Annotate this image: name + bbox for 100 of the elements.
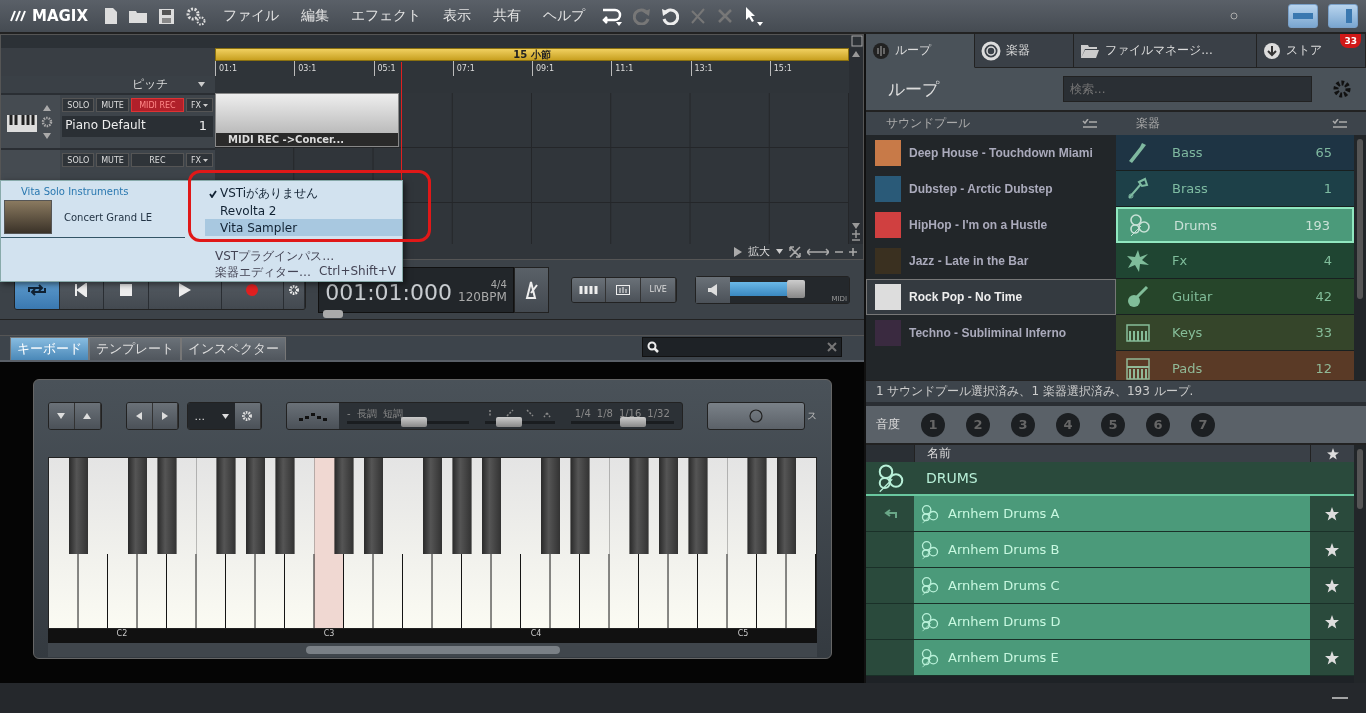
horizontal-layout-button[interactable] [1288, 4, 1318, 28]
octave-up-button[interactable] [74, 403, 101, 429]
panel-tab[interactable]: インスペクター [181, 337, 286, 360]
preset-settings-button[interactable] [235, 403, 261, 429]
soundpool-item[interactable]: Deep House - Touchdown Miami [866, 135, 1116, 171]
instrument-item[interactable]: Pads 12 [1116, 351, 1354, 380]
scroll-up-icon[interactable] [851, 50, 861, 58]
piano-key[interactable] [314, 458, 343, 628]
previous-button[interactable] [126, 403, 153, 429]
piano-key[interactable] [727, 458, 756, 628]
preset-dropdown[interactable]: ... [188, 403, 235, 429]
piano-key[interactable] [550, 458, 579, 628]
instrument-name[interactable]: Concert Grand LE [64, 211, 153, 223]
track-name[interactable]: Piano Default [65, 118, 146, 133]
track-settings-icon[interactable] [41, 103, 53, 140]
slider-thumb[interactable] [400, 417, 427, 427]
clear-icon[interactable] [827, 342, 837, 352]
loop-range-bar[interactable]: 15 小節 [215, 48, 849, 61]
piano-key[interactable] [373, 458, 403, 628]
scrollbar-thumb[interactable] [1357, 139, 1363, 299]
soundpool-item[interactable]: Techno - Subliminal Inferno [866, 315, 1116, 351]
soundpool-item[interactable]: Rock Pop - No Time [866, 279, 1116, 315]
panel-tab[interactable]: テンプレート [89, 337, 181, 360]
menu-item[interactable]: Revolta 2 [205, 202, 402, 219]
instrument-item[interactable]: Brass 1 [1116, 171, 1354, 207]
record-mode-button[interactable] [706, 402, 805, 430]
dropdown-caret-icon[interactable] [198, 82, 205, 87]
live-view-button[interactable]: LIVE [641, 277, 677, 302]
folder-icon[interactable] [128, 8, 148, 24]
zoom-label[interactable]: 拡大 [748, 244, 770, 259]
vertical-layout-button[interactable] [1328, 4, 1358, 28]
column-header[interactable]: 楽器 [1136, 115, 1160, 132]
scroll-down-icon[interactable] [851, 222, 861, 230]
mixer-view-button[interactable] [606, 277, 642, 302]
search-field[interactable]: 検索... [1063, 76, 1312, 102]
piano-key[interactable] [698, 458, 728, 628]
piano-key[interactable] [757, 458, 786, 628]
star-icon[interactable] [1325, 542, 1339, 557]
zoom-out-icon[interactable] [852, 238, 860, 242]
play-indicator-cell[interactable] [866, 496, 914, 531]
menu-item[interactable]: VSTiがありません [205, 185, 402, 202]
star-icon[interactable] [1325, 614, 1339, 629]
midi-clip[interactable]: MIDI REC ->Concer... [215, 93, 399, 147]
minimize-icon[interactable] [1332, 696, 1348, 700]
piano-key[interactable] [137, 458, 166, 628]
browser-tab[interactable]: ループ [866, 34, 976, 68]
octave-down-button[interactable] [49, 403, 75, 429]
menu-item[interactable]: 共有 [487, 7, 527, 25]
star-icon[interactable] [1325, 650, 1339, 665]
soundpool-item[interactable]: Dubstep - Arctic Dubstep [866, 171, 1116, 207]
soundpool-item[interactable]: Jazz - Late in the Bar [866, 243, 1116, 279]
sort-icon[interactable] [1332, 118, 1348, 129]
play-indicator-cell[interactable] [866, 604, 914, 639]
slider-thumb[interactable] [496, 417, 523, 427]
piano-key[interactable] [255, 458, 284, 628]
menu-item[interactable]: エフェクト [345, 7, 427, 25]
zoom-in-icon[interactable] [852, 230, 860, 238]
dropdown-caret-icon[interactable] [776, 249, 783, 254]
instrument-item[interactable]: Keys 33 [1116, 315, 1354, 351]
menu-item[interactable]: ヘルプ [537, 7, 591, 25]
scrollbar-thumb[interactable] [1357, 449, 1363, 509]
next-button[interactable] [152, 403, 179, 429]
instrument-item[interactable]: Guitar 42 [1116, 279, 1354, 315]
track-button[interactable]: REC [130, 153, 184, 167]
arpeggiator-button[interactable] [286, 403, 340, 429]
browser-tab[interactable]: ストア 33 [1256, 34, 1366, 68]
star-icon[interactable] [1325, 578, 1339, 593]
volume-thumb[interactable] [786, 279, 805, 298]
menu-item[interactable]: 楽器エディター… Ctrl+Shift+V [205, 264, 402, 280]
piano-key[interactable] [786, 458, 816, 628]
piano-key[interactable] [403, 458, 432, 628]
track-button[interactable]: SOLO [62, 98, 95, 112]
piano-key[interactable] [432, 458, 461, 628]
search-field[interactable] [642, 337, 842, 357]
sort-icon[interactable] [1082, 118, 1098, 129]
undo-icon[interactable] [661, 7, 679, 25]
metronome-button[interactable] [513, 266, 549, 313]
play-indicator-cell[interactable] [866, 640, 914, 675]
piano-key[interactable] [639, 458, 668, 628]
track-button[interactable]: MUTE [96, 153, 129, 167]
piano-key[interactable] [226, 458, 255, 628]
track-button[interactable]: FX [185, 153, 213, 167]
settings-icon[interactable] [185, 6, 207, 26]
cursor-icon[interactable] [743, 6, 763, 26]
track-button[interactable]: MUTE [96, 98, 129, 112]
menu-item[interactable]: 編集 [295, 7, 335, 25]
piano-key[interactable] [78, 458, 108, 628]
piano-key[interactable] [491, 458, 521, 628]
column-header[interactable]: サウンドプール [886, 115, 970, 132]
loop-mode-icon[interactable] [601, 6, 623, 26]
piano-key[interactable] [668, 458, 697, 628]
new-file-icon[interactable] [104, 7, 118, 25]
piano-key[interactable] [462, 458, 491, 628]
star-icon[interactable] [1325, 506, 1339, 521]
browser-tab[interactable]: 楽器 [975, 34, 1075, 68]
column-header[interactable]: 名前 [914, 445, 1310, 462]
maximize-icon[interactable] [851, 35, 863, 47]
piano-key[interactable] [49, 458, 78, 628]
menu-item[interactable]: ファイル [217, 7, 285, 25]
scrollbar-thumb[interactable] [305, 646, 560, 654]
